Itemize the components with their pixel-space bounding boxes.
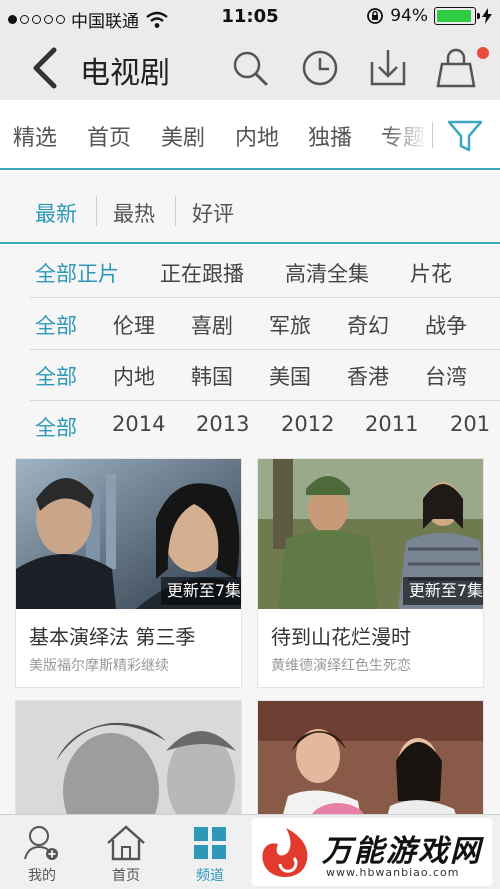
user-add-icon bbox=[24, 826, 58, 860]
show-poster: 更新至7集 bbox=[258, 459, 483, 609]
filter-option[interactable]: 2011 bbox=[365, 412, 418, 436]
filter-row-year: 全部 2014 2013 2012 2011 201 bbox=[30, 400, 500, 452]
show-subtitle: 美版福尔摩斯精彩继续 bbox=[29, 658, 169, 674]
tab-home[interactable]: 首页 bbox=[87, 120, 131, 152]
charging-icon bbox=[482, 8, 492, 24]
divider bbox=[96, 196, 97, 226]
grid-icon bbox=[194, 827, 226, 859]
filter-option[interactable]: 2012 bbox=[281, 412, 334, 436]
filter-option[interactable]: 军旅 bbox=[269, 310, 311, 340]
show-grid: 更新至7集 基本演绎法 第三季 美版福尔摩斯精彩继续 更新至7集 待到山花烂漫时… bbox=[0, 452, 500, 814]
show-card[interactable]: 更新至7集 基本演绎法 第三季 美版福尔摩斯精彩继续 bbox=[15, 458, 242, 688]
watermark-url: www.hbwanbiao.com bbox=[326, 866, 460, 879]
divider bbox=[175, 196, 176, 226]
filter-option[interactable]: 台湾 bbox=[425, 361, 467, 391]
tab-exclusive[interactable]: 独播 bbox=[308, 120, 352, 152]
tab-label: 频道 bbox=[196, 868, 224, 884]
filter-option[interactable]: 正在跟播 bbox=[160, 258, 244, 288]
filter-option[interactable]: 2014 bbox=[112, 412, 165, 436]
filter-option[interactable]: 全部 bbox=[35, 361, 77, 391]
show-poster bbox=[16, 701, 241, 814]
show-poster bbox=[258, 701, 483, 814]
page-title: 电视剧 bbox=[80, 56, 170, 91]
filter-panel: 全部正片 正在跟播 高清全集 片花 全部 伦理 喜剧 军旅 奇幻 战争 全部 内… bbox=[0, 246, 500, 452]
filter-option[interactable]: 伦理 bbox=[113, 310, 155, 340]
filter-option[interactable]: 片花 bbox=[410, 258, 452, 288]
show-card[interactable]: 更新至7集 待到山花烂漫时 黄维德演绎红色生死恋 bbox=[257, 458, 484, 688]
filter-option[interactable]: 韩国 bbox=[191, 361, 233, 391]
sort-options: 最新 最热 好评 bbox=[0, 172, 500, 244]
home-icon bbox=[107, 825, 145, 861]
tab-selected[interactable]: 精选 bbox=[13, 120, 57, 152]
show-card[interactable] bbox=[257, 700, 484, 814]
show-title: 基本演绎法 第三季 bbox=[29, 625, 196, 649]
sort-best-rated[interactable]: 好评 bbox=[192, 198, 234, 228]
filter-option[interactable]: 战争 bbox=[425, 310, 467, 340]
filter-option[interactable]: 2013 bbox=[196, 412, 249, 436]
tab-us-drama[interactable]: 美剧 bbox=[161, 120, 205, 152]
filter-option[interactable]: 全部正片 bbox=[35, 258, 119, 288]
battery-percent: 94% bbox=[390, 6, 428, 26]
tab-mainland[interactable]: 内地 bbox=[235, 120, 279, 152]
watermark: 万能游戏网 www.hbwanbiao.com bbox=[252, 818, 492, 886]
show-poster: 更新至7集 bbox=[16, 459, 241, 609]
show-subtitle: 黄维德演绎红色生死恋 bbox=[271, 658, 411, 674]
filter-option[interactable]: 内地 bbox=[113, 361, 155, 391]
show-title: 待到山花烂漫时 bbox=[271, 625, 411, 649]
filter-row-genre: 全部 伦理 喜剧 军旅 奇幻 战争 bbox=[30, 298, 500, 350]
shopping-bag-icon[interactable] bbox=[432, 46, 492, 90]
show-card[interactable] bbox=[15, 700, 242, 814]
tab-channel[interactable]: 频道 bbox=[168, 815, 252, 889]
divider bbox=[432, 122, 433, 148]
tab-label: 首页 bbox=[112, 868, 140, 884]
filter-option[interactable]: 201 bbox=[450, 412, 490, 436]
filter-row-region: 全部 内地 韩国 美国 香港 台湾 bbox=[30, 349, 500, 401]
filter-option[interactable]: 全部 bbox=[35, 310, 77, 340]
tab-my[interactable]: 我的 bbox=[0, 815, 84, 889]
filter-row-type: 全部正片 正在跟播 高清全集 片花 bbox=[30, 246, 500, 298]
filter-option[interactable]: 高清全集 bbox=[285, 258, 369, 288]
episode-badge: 更新至7集 bbox=[402, 577, 483, 605]
sort-hottest[interactable]: 最热 bbox=[113, 198, 155, 228]
sort-newest[interactable]: 最新 bbox=[35, 198, 77, 228]
watermark-logo-icon bbox=[262, 828, 308, 877]
notification-dot bbox=[477, 47, 489, 59]
filter-option[interactable]: 喜剧 bbox=[191, 310, 233, 340]
filter-option[interactable]: 全部 bbox=[35, 412, 77, 442]
filter-funnel-icon[interactable] bbox=[446, 118, 484, 154]
category-tabs: 精选 首页 美剧 内地 独播 专题 bbox=[0, 100, 500, 170]
tab-label: 我的 bbox=[28, 868, 56, 884]
download-icon[interactable] bbox=[366, 46, 410, 90]
episode-badge: 更新至7集 bbox=[160, 577, 241, 605]
filter-option[interactable]: 美国 bbox=[269, 361, 311, 391]
watermark-title: 万能游戏网 bbox=[322, 834, 482, 869]
history-clock-icon[interactable] bbox=[298, 46, 342, 90]
rotation-lock-icon bbox=[367, 8, 384, 24]
back-arrow-icon[interactable] bbox=[26, 44, 66, 92]
filter-option[interactable]: 奇幻 bbox=[347, 310, 389, 340]
tab-home[interactable]: 首页 bbox=[84, 815, 168, 889]
status-bar: 中国联通 11:05 94% bbox=[0, 0, 500, 36]
battery-icon bbox=[434, 7, 480, 25]
navigation-bar: 电视剧 bbox=[0, 36, 500, 100]
search-icon[interactable] bbox=[228, 46, 272, 90]
filter-option[interactable]: 香港 bbox=[347, 361, 389, 391]
